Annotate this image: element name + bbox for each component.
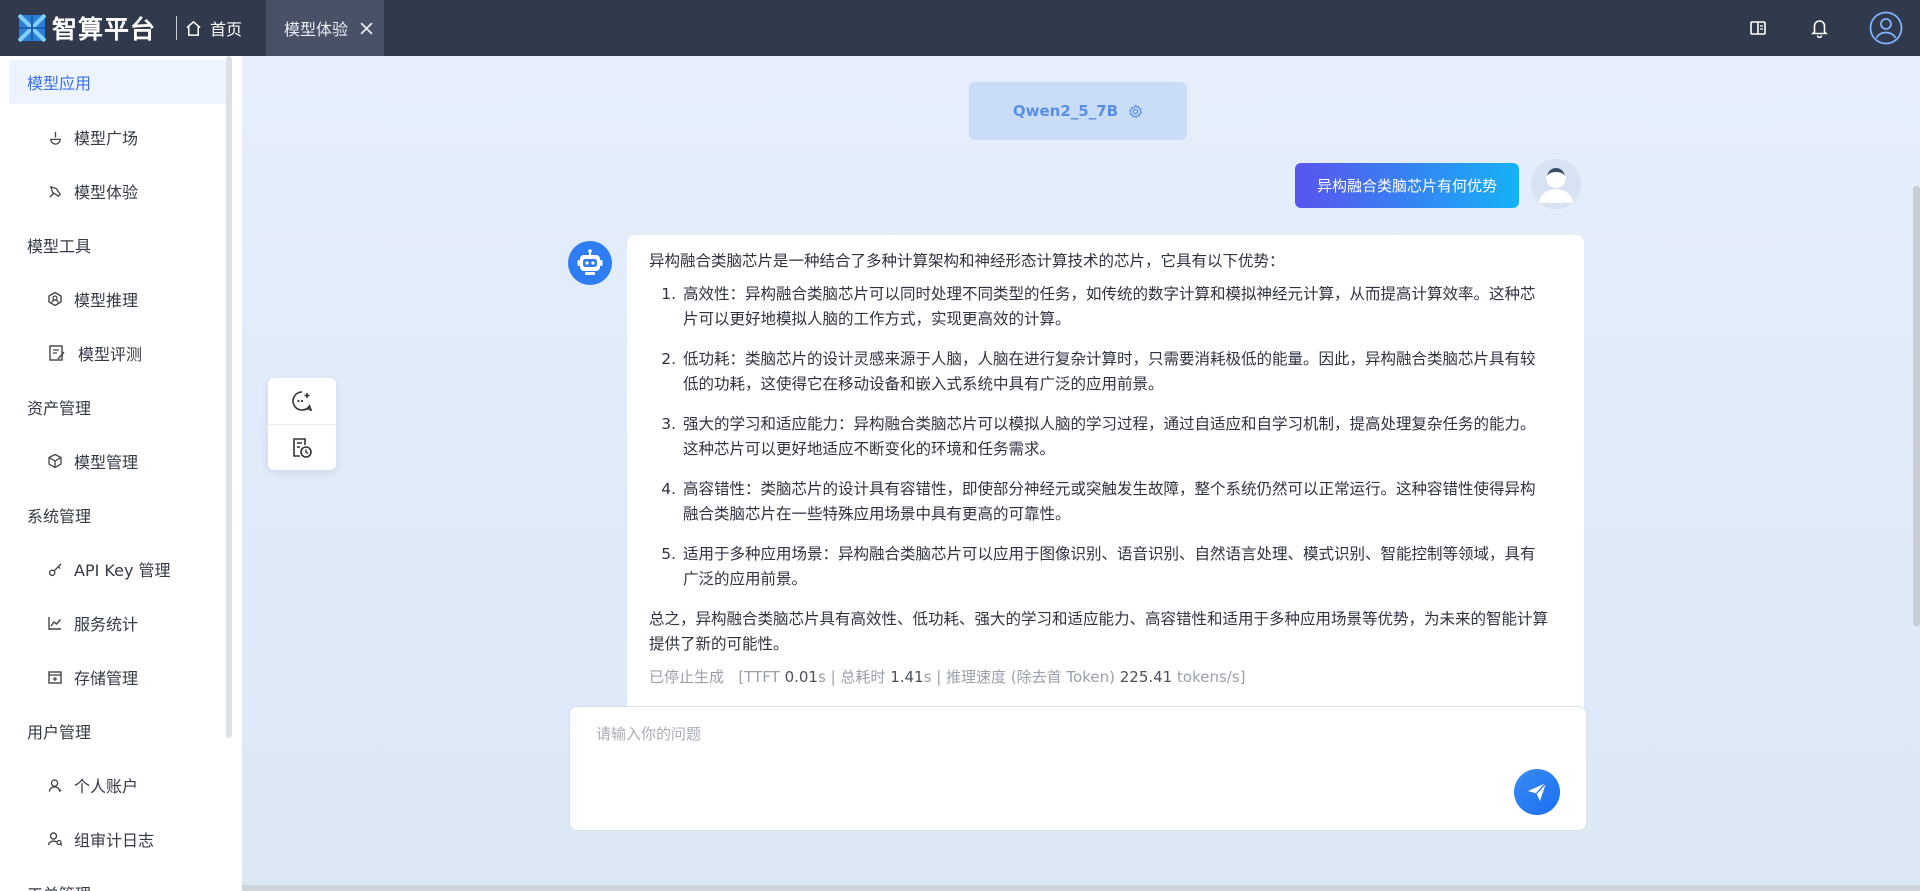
sidebar-group-ticket-management[interactable]: 工单管理 (0, 866, 242, 891)
question-input[interactable] (596, 723, 1496, 783)
list-item: 高容错性：类脑芯片的设计具有容错性，即使部分神经元或突触发生故障，整个系统仍然可… (681, 477, 1548, 527)
sidebar-item-service-stats[interactable]: 服务统计 (0, 596, 242, 650)
chat-input-box (569, 706, 1587, 831)
brand-logo-icon (18, 14, 46, 42)
line-chart-icon (46, 614, 64, 632)
brand-name: 智算平台 (52, 15, 157, 44)
sidebar-group-label: 模型应用 (27, 74, 92, 93)
speed-label: | 推理速度 (除去首 Token) (936, 668, 1115, 686)
ttft-label: [TTFT (738, 668, 780, 686)
cube-gear-icon (46, 452, 64, 470)
plaza-icon (46, 128, 64, 146)
sidebar-item-label: 模型评测 (78, 345, 143, 364)
tab-close-icon[interactable] (360, 21, 373, 35)
sidebar-item-label: 服务统计 (74, 615, 139, 634)
sidebar-item-label: 组审计日志 (74, 831, 155, 850)
send-icon (1528, 782, 1547, 801)
user-message-bubble: 异构融合类脑芯片有何优势 (1295, 163, 1519, 208)
sidebar-item-label: 个人账户 (74, 777, 139, 796)
generation-stats: 已停止生成 [TTFT 0.01s | 总耗时 1.41s | 推理速度 (除去… (649, 665, 1548, 690)
list-item: 高效性：异构融合类脑芯片可以同时处理不同类型的任务，如传统的数字计算和模拟神经元… (681, 282, 1548, 332)
answer-points-list: 高效性：异构融合类脑芯片可以同时处理不同类型的任务，如传统的数字计算和模拟神经元… (649, 282, 1548, 592)
new-chat-button[interactable] (268, 378, 336, 424)
key-icon (46, 560, 64, 578)
user-message-text: 异构融合类脑芯片有何优势 (1316, 177, 1497, 195)
gear-icon[interactable] (1128, 103, 1143, 119)
sidebar-item-label: 存储管理 (74, 669, 139, 688)
sidebar-item-label: 模型推理 (74, 291, 139, 310)
horizontal-scrollbar[interactable] (242, 885, 1920, 891)
sidebar: 模型应用 模型广场 模型体验 模型工具 模型推理 模型评测 资产管理 模型管理 (0, 56, 242, 891)
home-icon (186, 20, 201, 36)
sidebar-scrollbar[interactable] (226, 56, 232, 738)
sidebar-group-asset-management[interactable]: 资产管理 (0, 380, 242, 434)
main-content: Qwen2_5_7B 异构融合类脑芯片有何优势 异构融合类脑芯片是一种结合了多种… (242, 56, 1920, 891)
experience-icon (46, 182, 64, 200)
sidebar-group-label: 资产管理 (27, 399, 92, 418)
sidebar-group-label: 模型工具 (27, 237, 92, 256)
total-time-unit: s (923, 668, 932, 686)
speed-value: 225.41 (1119, 668, 1173, 686)
storage-icon (46, 668, 64, 686)
answer-summary: 总之，异构融合类脑芯片具有高效性、低功耗、强大的学习和适应能力、高容错性和适用于… (649, 610, 1549, 653)
bell-icon[interactable] (1807, 16, 1831, 40)
user-avatar (1531, 159, 1581, 209)
inference-icon (46, 290, 64, 308)
bot-avatar (568, 241, 612, 285)
sidebar-item-model-inference[interactable]: 模型推理 (0, 272, 242, 326)
new-chat-icon (292, 391, 313, 412)
ttft-unit: s (817, 668, 826, 686)
list-item: 低功耗：类脑芯片的设计灵感来源于人脑，人脑在进行复杂计算时，只需要消耗极低的能量… (681, 347, 1548, 397)
sidebar-group-model-apps[interactable]: 模型应用 (9, 60, 226, 104)
sidebar-item-model-evaluation[interactable]: 模型评测 (0, 326, 242, 380)
sidebar-item-storage[interactable]: 存储管理 (0, 650, 242, 704)
answer-intro: 异构融合类脑芯片是一种结合了多种计算架构和神经形态计算技术的芯片，它具有以下优势… (649, 252, 1285, 270)
history-button[interactable] (268, 424, 336, 470)
list-item: 适用于多种应用场景：异构融合类脑芯片可以应用于图像识别、语音识别、自然语言处理、… (681, 542, 1548, 592)
sidebar-group-label: 工单管理 (27, 881, 91, 891)
sidebar-item-model-plaza[interactable]: 模型广场 (0, 110, 242, 164)
ttft-value: 0.01 (784, 668, 818, 686)
brand-divider (176, 16, 177, 40)
sidebar-item-label: API Key 管理 (74, 561, 171, 580)
brand[interactable]: 智算平台 (0, 0, 170, 56)
person-icon (46, 776, 64, 794)
generation-status: 已停止生成 (649, 668, 725, 686)
sidebar-item-label: 模型管理 (74, 453, 139, 472)
sidebar-group-model-tools[interactable]: 模型工具 (0, 218, 242, 272)
sidebar-group-system-management[interactable]: 系统管理 (0, 488, 242, 542)
sidebar-item-personal-account[interactable]: 个人账户 (0, 758, 242, 812)
sidebar-group-user-management[interactable]: 用户管理 (0, 704, 242, 758)
send-button[interactable] (1514, 769, 1560, 815)
sidebar-item-label: 模型广场 (74, 129, 139, 148)
evaluation-icon (46, 344, 68, 362)
history-icon (293, 437, 312, 458)
total-time-value: 1.41 (890, 668, 924, 686)
top-bar: 智算平台 首页 模型体验 (0, 0, 1920, 56)
tab-label: 模型体验 (284, 20, 349, 39)
side-toolbar (268, 378, 336, 470)
model-name: Qwen2_5_7B (1012, 102, 1119, 120)
sidebar-item-api-key[interactable]: API Key 管理 (0, 542, 242, 596)
sidebar-item-label: 模型体验 (74, 183, 139, 202)
assistant-answer-card: 异构融合类脑芯片是一种结合了多种计算架构和神经形态计算技术的芯片，它具有以下优势… (627, 235, 1584, 710)
book-icon[interactable] (1746, 16, 1770, 40)
user-avatar-icon[interactable] (1869, 11, 1903, 45)
model-selector[interactable]: Qwen2_5_7B (969, 82, 1187, 140)
sidebar-group-label: 用户管理 (27, 723, 92, 742)
sidebar-group-label: 系统管理 (27, 507, 92, 526)
speed-unit: tokens/s] (1177, 668, 1246, 686)
tab-model-experience[interactable]: 模型体验 (266, 0, 384, 56)
home-label: 首页 (210, 20, 243, 39)
home-link[interactable]: 首页 (185, 0, 256, 56)
sidebar-item-model-experience[interactable]: 模型体验 (0, 164, 242, 218)
total-time-label: | 总耗时 (830, 668, 886, 686)
sidebar-item-model-management[interactable]: 模型管理 (0, 434, 242, 488)
list-item: 强大的学习和适应能力：异构融合类脑芯片可以模拟人脑的学习过程，通过自适应和自学习… (681, 412, 1548, 462)
main-scrollbar[interactable] (1913, 186, 1920, 626)
robot-icon (577, 249, 603, 275)
person-search-icon (46, 830, 64, 848)
sidebar-item-audit-log[interactable]: 组审计日志 (0, 812, 242, 866)
